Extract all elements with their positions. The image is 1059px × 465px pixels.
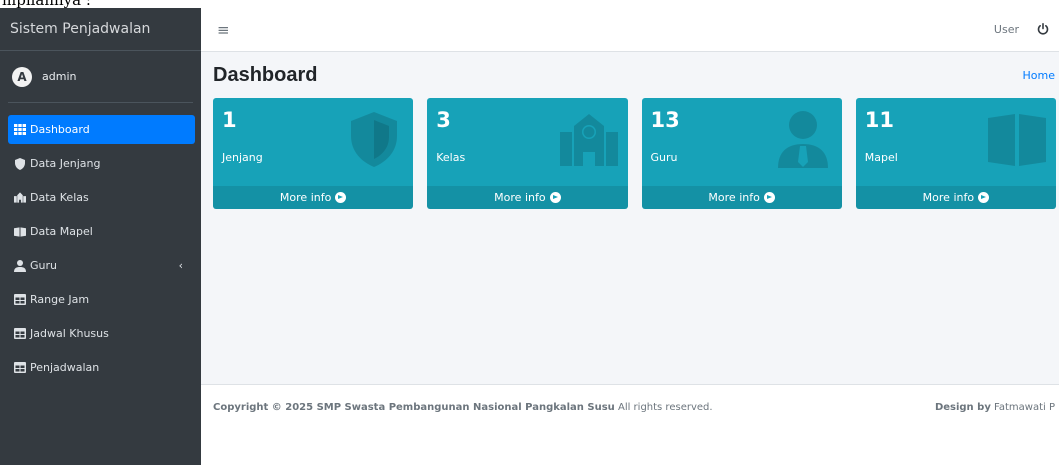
- user-tie-icon: [777, 111, 828, 168]
- stat-value: 3: [436, 108, 451, 132]
- chevron-left-icon[interactable]: ‹: [179, 259, 183, 272]
- stat-box-kelas: 3 Kelas More info: [427, 98, 628, 209]
- table-icon: [14, 362, 26, 374]
- stat-box-mapel: 11 Mapel More info: [855, 98, 1056, 209]
- sidebar-item-label: Dashboard: [30, 123, 90, 136]
- top-navbar: ≡ User: [201, 8, 1059, 52]
- sidebar-item-range-jam[interactable]: Range Jam: [8, 285, 195, 314]
- more-info-link[interactable]: More info: [855, 186, 1056, 209]
- sidebar: Sistem Penjadwalan A admin Dashboard Dat…: [0, 8, 201, 465]
- shield-icon: [14, 157, 26, 170]
- footer-copyright: Copyright © 2025 SMP Swasta Pembangunan …: [213, 402, 713, 413]
- book-icon: [14, 226, 26, 238]
- footer-design: Design by Fatmawati P: [935, 402, 1055, 413]
- brand-text: Sistem Penjadwalan: [10, 21, 151, 37]
- more-info-link[interactable]: More info: [213, 186, 414, 209]
- stat-value: 13: [650, 108, 680, 132]
- rights-text: All rights reserved.: [614, 402, 713, 413]
- sidebar-item-label: Data Mapel: [30, 225, 93, 238]
- stat-boxes: 1 Jenjang More info 3 Kelas More info 13…: [201, 98, 1059, 209]
- stat-label: Mapel: [864, 151, 898, 164]
- more-info-link[interactable]: More info: [427, 186, 628, 209]
- sidebar-item-label: Data Jenjang: [30, 157, 101, 170]
- sidebar-item-guru[interactable]: Guru ‹: [8, 251, 195, 280]
- sidebar-nav: Dashboard Data Jenjang Data Kelas Data M…: [0, 103, 201, 382]
- sidebar-item-label: Data Kelas: [30, 191, 89, 204]
- arrow-circle-right-icon: [978, 192, 990, 203]
- arrow-circle-right-icon: [549, 192, 561, 203]
- sidebar-item-dashboard[interactable]: Dashboard: [8, 115, 195, 144]
- avatar: A: [12, 66, 32, 87]
- stat-value: 1: [222, 108, 237, 132]
- school-icon: [559, 114, 618, 166]
- more-info-text: More info: [279, 191, 332, 204]
- content-header: Dashboard Home: [201, 52, 1059, 98]
- cropped-caption-text: mpilannya :: [2, 0, 91, 8]
- stat-label: Jenjang: [222, 151, 263, 164]
- cropped-caption: mpilannya :: [0, 0, 200, 8]
- book-open-icon: [988, 114, 1046, 166]
- arrow-circle-right-icon: [763, 192, 775, 203]
- more-info-text: More info: [708, 191, 760, 204]
- stat-label: Guru: [650, 151, 678, 164]
- sidebar-item-label: Range Jam: [30, 293, 90, 306]
- more-info-text: More info: [494, 191, 546, 204]
- breadcrumb-home[interactable]: Home: [1023, 69, 1055, 82]
- brand-link[interactable]: Sistem Penjadwalan: [0, 8, 201, 51]
- navbar-right: User: [994, 20, 1049, 39]
- footer: Copyright © 2025 SMP Swasta Pembangunan …: [201, 384, 1059, 465]
- shield-icon: [351, 112, 398, 167]
- designer-name: Fatmawati P: [990, 402, 1055, 413]
- stat-box-jenjang: 1 Jenjang More info: [213, 98, 414, 209]
- more-info-link[interactable]: More info: [641, 186, 842, 209]
- user-icon: [14, 259, 26, 272]
- school-icon: [14, 192, 26, 204]
- sidebar-item-label: Guru: [30, 259, 57, 272]
- sidebar-item-data-kelas[interactable]: Data Kelas: [8, 183, 195, 212]
- main-area: ≡ User Dashboard Home 1 Jenjang More inf…: [201, 8, 1059, 465]
- user-menu-link[interactable]: User: [994, 23, 1019, 36]
- stat-box-guru: 13 Guru More info: [641, 98, 842, 209]
- more-info-text: More info: [922, 191, 975, 204]
- table-icon: [14, 294, 26, 306]
- stat-label: Kelas: [436, 151, 466, 164]
- stat-value: 11: [864, 108, 894, 132]
- sidebar-item-jadwal-khusus[interactable]: Jadwal Khusus: [8, 319, 195, 348]
- sidebar-item-penjadwalan[interactable]: Penjadwalan: [8, 353, 195, 382]
- table-icon: [14, 328, 26, 340]
- power-icon[interactable]: [1037, 20, 1049, 39]
- avatar-letter: A: [17, 69, 27, 84]
- design-label: Design by: [934, 402, 991, 413]
- arrow-circle-right-icon: [335, 192, 347, 203]
- sidebar-item-data-mapel[interactable]: Data Mapel: [8, 217, 195, 246]
- copyright-text: Copyright © 2025 SMP Swasta Pembangunan …: [213, 402, 615, 413]
- sidebar-item-label: Penjadwalan: [30, 361, 100, 374]
- sidebar-item-label: Jadwal Khusus: [30, 327, 109, 340]
- user-panel[interactable]: A admin: [8, 51, 193, 103]
- grid-icon: [14, 124, 26, 136]
- hamburger-icon[interactable]: ≡: [217, 21, 230, 39]
- user-name[interactable]: admin: [42, 70, 76, 83]
- page-title: Dashboard: [213, 63, 318, 86]
- sidebar-item-data-jenjang[interactable]: Data Jenjang: [8, 149, 195, 178]
